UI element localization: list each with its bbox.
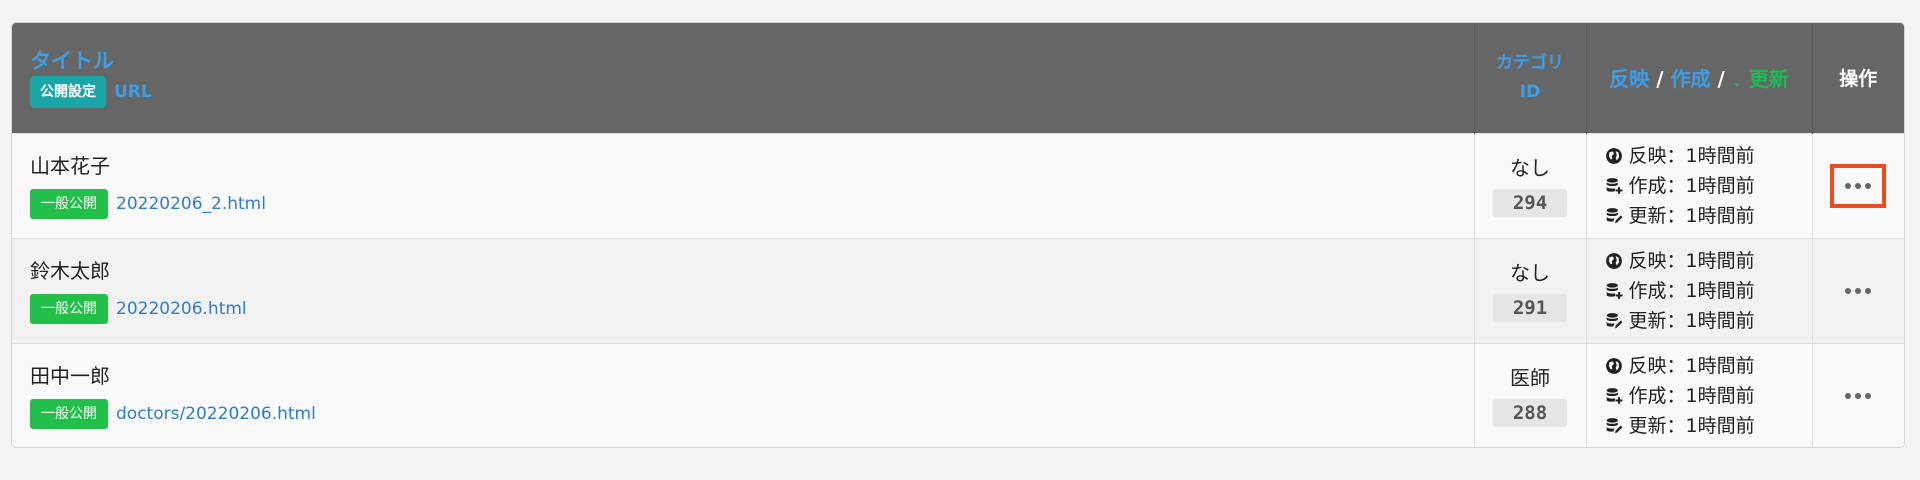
- status-badge: 一般公開: [30, 188, 108, 219]
- reflect-time: 反映：1時間前: [1605, 141, 1812, 171]
- reflect-time: 反映：1時間前: [1605, 351, 1812, 381]
- content-table: タイトル 公開設定 URL カテゴリ ID 反映 / 作成 / ⌄ 更新 操作 …: [11, 22, 1905, 448]
- sort-id-link[interactable]: ID: [1475, 78, 1586, 107]
- ellipsis-icon: [1845, 392, 1872, 399]
- update-time: 更新：1時間前: [1605, 201, 1812, 231]
- table-row: 田中一郎 一般公開 doctors/20220206.html 医師 288 反…: [12, 342, 1904, 447]
- category-name: なし: [1510, 155, 1550, 180]
- create-time-label: 作成：1時間前: [1628, 384, 1755, 407]
- title-cell: 田中一郎 一般公開 doctors/20220206.html: [12, 342, 1475, 447]
- create-time: 作成：1時間前: [1605, 276, 1812, 306]
- time-cell: 反映：1時間前 作成：1時間前 更新：1時間前: [1586, 237, 1813, 343]
- chevron-down-icon: ⌄: [1731, 75, 1742, 90]
- status-badge: 一般公開: [30, 293, 108, 324]
- category-name: なし: [1510, 260, 1550, 285]
- id-badge: 288: [1493, 398, 1567, 427]
- sort-create-link[interactable]: 作成: [1670, 67, 1710, 91]
- page-meta: 一般公開 doctors/20220206.html: [30, 398, 1474, 429]
- header-ops-cell: 操作: [1812, 23, 1904, 133]
- page-title: 鈴木太郎: [30, 258, 110, 283]
- ops-header-label: 操作: [1839, 68, 1878, 91]
- globe-icon: [1605, 357, 1622, 374]
- id-badge: 294: [1493, 188, 1567, 217]
- category-cell: 医師 288: [1474, 342, 1587, 447]
- id-badge: 291: [1493, 293, 1567, 322]
- globe-icon: [1605, 252, 1622, 269]
- create-time: 作成：1時間前: [1605, 381, 1812, 411]
- update-time-label: 更新：1時間前: [1628, 309, 1755, 332]
- database-edit-icon: [1606, 312, 1622, 328]
- sort-public-setting-badge[interactable]: 公開設定: [30, 75, 106, 108]
- category-name: 医師: [1510, 365, 1550, 390]
- more-actions-button[interactable]: [1830, 374, 1886, 418]
- more-actions-button[interactable]: [1830, 269, 1886, 313]
- page-list-table: タイトル 公開設定 URL カテゴリ ID 反映 / 作成 / ⌄ 更新 操作 …: [12, 23, 1904, 447]
- page-url-link[interactable]: 20220206_2.html: [116, 194, 266, 214]
- reflect-time-label: 反映：1時間前: [1628, 144, 1755, 167]
- create-time-label: 作成：1時間前: [1628, 174, 1755, 197]
- time-cell: 反映：1時間前 作成：1時間前 更新：1時間前: [1586, 342, 1813, 447]
- page-meta: 一般公開 20220206.html: [30, 293, 1474, 324]
- update-time: 更新：1時間前: [1605, 411, 1812, 441]
- ops-cell: [1812, 237, 1904, 343]
- database-edit-icon: [1606, 417, 1622, 434]
- separator: /: [1656, 67, 1664, 92]
- table-row: 鈴木太郎 一般公開 20220206.html なし 291 反映：1時間前 作…: [12, 237, 1904, 343]
- create-time: 作成：1時間前: [1605, 171, 1812, 201]
- time-cell: 反映：1時間前 作成：1時間前 更新：1時間前: [1586, 132, 1813, 238]
- update-time-label: 更新：1時間前: [1628, 204, 1755, 227]
- header-time-cell: 反映 / 作成 / ⌄ 更新: [1586, 23, 1813, 133]
- title-cell: 鈴木太郎 一般公開 20220206.html: [12, 237, 1475, 343]
- page-meta: 一般公開 20220206_2.html: [30, 188, 1474, 219]
- reflect-time: 反映：1時間前: [1605, 246, 1812, 276]
- reflect-time-label: 反映：1時間前: [1628, 354, 1755, 377]
- sort-update-link[interactable]: 更新: [1749, 67, 1789, 91]
- sort-url-link[interactable]: URL: [114, 82, 152, 102]
- sort-category-link[interactable]: カテゴリ: [1475, 49, 1586, 78]
- ops-cell: [1812, 342, 1904, 447]
- database-plus-icon: [1606, 282, 1622, 299]
- separator: /: [1717, 67, 1725, 92]
- update-time: 更新：1時間前: [1605, 306, 1812, 336]
- category-cell: なし 294: [1474, 132, 1587, 238]
- more-actions-button[interactable]: [1830, 163, 1887, 208]
- page-url-link[interactable]: doctors/20220206.html: [116, 404, 316, 424]
- create-time-label: 作成：1時間前: [1628, 279, 1755, 302]
- page-title: 山本花子: [30, 153, 110, 178]
- ellipsis-icon: [1845, 182, 1872, 189]
- database-plus-icon: [1606, 177, 1622, 194]
- reflect-time-label: 反映：1時間前: [1628, 249, 1755, 272]
- ellipsis-icon: [1845, 287, 1872, 294]
- ops-cell: [1812, 132, 1904, 238]
- header-title-cell: タイトル 公開設定 URL: [12, 23, 1475, 133]
- update-time-label: 更新：1時間前: [1628, 414, 1755, 437]
- header-category-cell: カテゴリ ID: [1474, 23, 1587, 133]
- title-cell: 山本花子 一般公開 20220206_2.html: [12, 132, 1475, 238]
- header-title-sub: 公開設定 URL: [30, 75, 1474, 108]
- database-plus-icon: [1606, 387, 1622, 404]
- sort-reflect-link[interactable]: 反映: [1609, 67, 1649, 91]
- table-header-row: タイトル 公開設定 URL カテゴリ ID 反映 / 作成 / ⌄ 更新 操作: [12, 23, 1904, 133]
- globe-icon: [1605, 147, 1622, 164]
- database-edit-icon: [1606, 207, 1622, 223]
- category-cell: なし 291: [1474, 237, 1587, 343]
- status-badge: 一般公開: [30, 398, 108, 429]
- sort-title-link[interactable]: タイトル: [30, 48, 1474, 74]
- table-row: 山本花子 一般公開 20220206_2.html なし 294 反映：1時間前: [12, 132, 1904, 238]
- page-title: 田中一郎: [30, 363, 110, 388]
- page-url-link[interactable]: 20220206.html: [116, 299, 247, 319]
